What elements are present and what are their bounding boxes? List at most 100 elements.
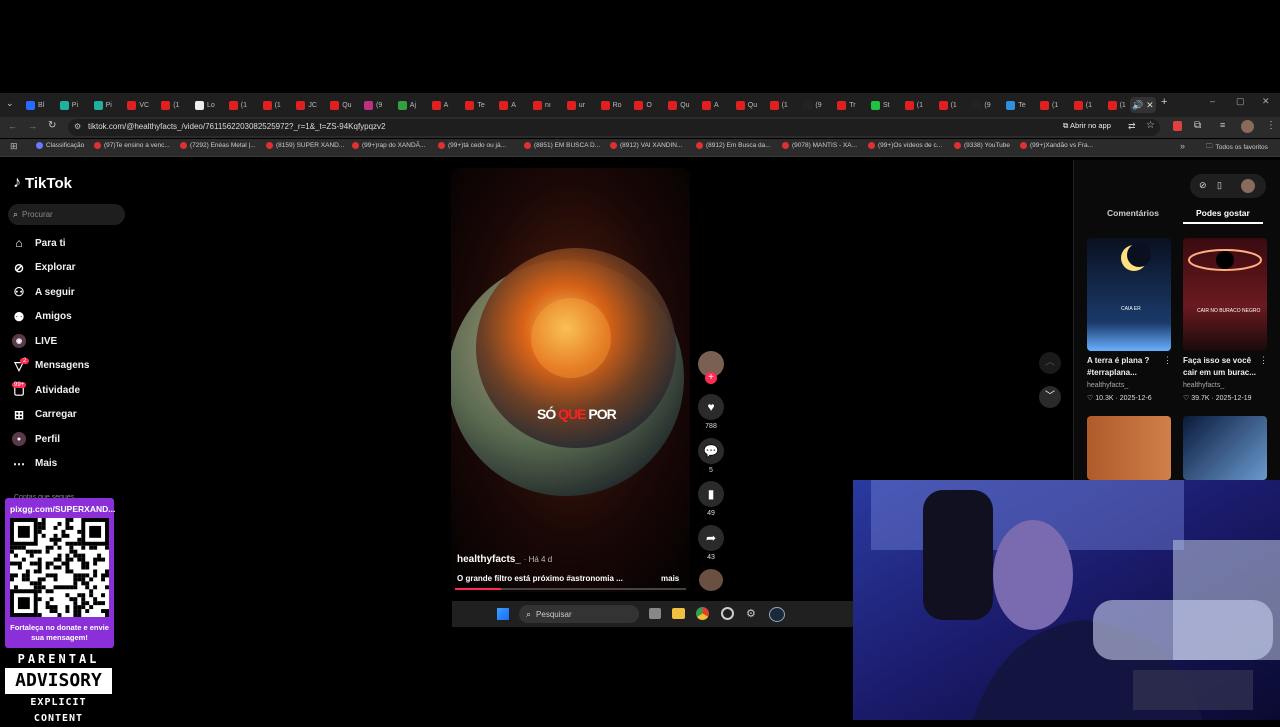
phone-icon[interactable]: ▯ (1217, 180, 1222, 191)
reload-icon[interactable]: ↻ (48, 120, 56, 131)
nav-item-live[interactable]: ◉ LIVE (12, 332, 57, 350)
browser-tab[interactable]: A (702, 97, 733, 113)
browser-tab[interactable]: Tr (837, 97, 868, 113)
browser-tab[interactable]: Te (1006, 97, 1037, 113)
follow-plus-icon[interactable]: + (705, 372, 717, 384)
prev-video-button[interactable]: ︿ (1039, 352, 1061, 374)
recommended-thumb[interactable] (1087, 416, 1171, 480)
video-player[interactable]: SÓ QUE POR healthyfacts_ · Há 4 d O gran… (451, 168, 690, 592)
maximize-button[interactable]: ▢ (1236, 96, 1245, 107)
browser-tab[interactable]: Qu (735, 97, 767, 113)
browser-tab[interactable]: (1 (904, 97, 936, 113)
browser-tab[interactable]: Lo (195, 97, 226, 113)
open-in-app-button[interactable]: ⧉ Abrir no app (1063, 121, 1111, 131)
browser-tab[interactable]: A (499, 97, 530, 113)
next-video-button[interactable]: ﹀ (1039, 386, 1061, 408)
browser-tab[interactable]: JC (296, 97, 327, 113)
share-action[interactable]: ➦ 43 (698, 525, 724, 561)
video-progress-track[interactable] (455, 588, 686, 590)
bookmark-item[interactable]: (8912) VAI XANDIN... (610, 142, 682, 149)
windows-start-icon[interactable] (497, 608, 509, 620)
browser-tab[interactable]: Ro (600, 97, 632, 113)
comment-action[interactable]: 💬 5 (698, 438, 724, 474)
recommended-author[interactable]: healthyfacts_ (1087, 382, 1128, 389)
bookmark-item[interactable]: Classificação (36, 142, 84, 149)
browser-tab[interactable]: O (634, 97, 665, 113)
nav-item-explorar[interactable]: ⊘ Explorar (12, 259, 76, 277)
browser-tab[interactable]: Bl (26, 97, 57, 113)
nav-item-a-seguir[interactable]: ⚇ A seguir (12, 283, 75, 301)
comment-icon[interactable]: 💬 (698, 438, 724, 464)
compass-small-icon[interactable]: ⊘ (1199, 180, 1207, 191)
tiktok-logo[interactable]: ♪ TikTok (13, 174, 72, 192)
task-view-icon[interactable] (649, 608, 661, 619)
bookmark-item[interactable]: (9078) MANTIS - XA... (782, 142, 857, 149)
browser-tab[interactable]: (1 (262, 97, 294, 113)
extension-red-icon[interactable] (1173, 121, 1182, 131)
reading-list-icon[interactable]: ≡ (1220, 120, 1225, 130)
recommended-thumb[interactable]: CAIA ER (1087, 238, 1171, 351)
bookmark-item[interactable]: (99+)tá cedo ou já... (438, 142, 506, 149)
obs-icon[interactable] (721, 607, 734, 620)
bookmark-item[interactable]: (99+)Xandão vs Fra... (1020, 142, 1093, 149)
bookmark-item[interactable]: (99+)Os vídeos de c... (868, 142, 942, 149)
browser-tab[interactable]: (9 (364, 97, 395, 113)
more-options-icon[interactable]: ⋮ (1259, 355, 1268, 366)
heart-icon[interactable]: ♥ (698, 394, 724, 420)
active-tab[interactable]: 🔊 ✕ (1130, 97, 1156, 113)
taskbar-search[interactable]: ⌕ Pesquisar (519, 605, 639, 623)
browser-tab[interactable]: (1 (1040, 97, 1071, 113)
user-avatar[interactable] (1241, 179, 1255, 193)
back-icon[interactable]: ← (8, 121, 17, 131)
more-bookmarks-icon[interactable]: » (1180, 141, 1185, 151)
recommended-thumb[interactable] (1183, 416, 1267, 480)
browser-tab[interactable]: (1 (938, 97, 970, 113)
browser-tab[interactable]: (9 (972, 97, 1003, 113)
nav-item-para-ti[interactable]: ⌂ Para ti (12, 234, 65, 252)
bookmark-star-icon[interactable]: ☆ (1146, 120, 1155, 131)
browser-tab[interactable]: ur (566, 97, 598, 113)
recommended-author[interactable]: healthyfacts_ (1183, 382, 1224, 389)
browser-tab[interactable]: Pi (59, 97, 91, 113)
tab-comments[interactable]: Comentários (1107, 208, 1159, 218)
translate-icon[interactable]: ⇄ (1128, 121, 1136, 132)
browser-tab[interactable]: A (431, 97, 463, 113)
recommended-title[interactable]: Faça isso se você cair em um burac... (1183, 355, 1267, 379)
save-action[interactable]: ▮ 49 (698, 481, 724, 517)
browser-tab[interactable]: VC (127, 97, 158, 113)
browser-tab[interactable]: (1 (769, 97, 801, 113)
more-options-icon[interactable]: ⋮ (1163, 355, 1172, 366)
browser-menu-icon[interactable]: ⋮ (1266, 120, 1276, 131)
all-bookmarks[interactable]: 🗀 Todos os favoritos (1206, 142, 1268, 153)
search-box[interactable]: ⌕ Procurar (8, 204, 125, 225)
browser-tab[interactable]: Aj (397, 97, 429, 113)
minimize-button[interactable]: – (1210, 96, 1215, 106)
sound-avatar[interactable] (699, 569, 723, 591)
browser-tab[interactable]: St (871, 97, 902, 113)
browser-tab[interactable]: Te (465, 97, 496, 113)
file-explorer-icon[interactable] (672, 608, 685, 619)
nav-item-perfil[interactable]: ● Perfil (12, 430, 60, 448)
browser-tab[interactable]: Qu (668, 97, 699, 113)
tab-search-icon[interactable]: ⌄ (6, 98, 14, 109)
site-info-icon[interactable]: ⚙ (74, 122, 81, 131)
close-window-button[interactable]: ✕ (1262, 96, 1270, 107)
bookmark-item[interactable]: (9338) YouTube (954, 142, 1010, 149)
browser-tab[interactable]: Pi (93, 97, 125, 113)
chrome-icon[interactable] (696, 607, 709, 620)
url-text[interactable]: tiktok.com/@healthyfacts_/video/76115622… (88, 122, 386, 131)
steam-icon[interactable] (769, 607, 785, 622)
browser-tab[interactable]: nı (533, 97, 564, 113)
new-tab-button[interactable]: + (1161, 96, 1167, 108)
browser-tab[interactable]: (1 (1073, 97, 1105, 113)
forward-icon[interactable]: → (28, 121, 37, 131)
bookmark-item[interactable]: (99+)rap do XANDÃ... (352, 142, 425, 149)
extensions-icon[interactable]: ⧉ (1194, 120, 1201, 131)
apps-grid-icon[interactable]: ⊞ (10, 141, 18, 152)
bookmark-icon[interactable]: ▮ (698, 481, 724, 507)
recommended-thumb[interactable]: CAIR NO BURACO NEGRO (1183, 238, 1267, 351)
settings-gear-icon[interactable]: ⚙ (746, 607, 756, 620)
nav-item-amigos[interactable]: ⚉ Amigos (12, 308, 72, 326)
browser-tab[interactable]: Qu (330, 97, 361, 113)
profile-avatar[interactable] (1241, 120, 1254, 133)
